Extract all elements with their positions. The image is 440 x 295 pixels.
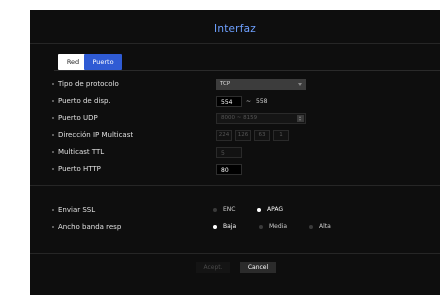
disp-port-label: Puerto de disp. xyxy=(58,97,111,105)
multicast-ip-octet-1[interactable]: 224 xyxy=(216,130,232,141)
multicast-ttl-row: Multicast TTL 5 xyxy=(30,146,440,158)
ssl-row: Enviar SSL ENC APAG xyxy=(30,204,440,216)
radio-off-icon xyxy=(309,224,313,229)
disp-port-range-end: 558 xyxy=(256,98,268,105)
bandwidth-alta-radio[interactable]: Alta xyxy=(309,222,331,232)
range-separator: ~ xyxy=(246,98,252,105)
http-port-label: Puerto HTTP xyxy=(58,165,101,173)
bullet-icon xyxy=(52,209,54,211)
bullet-icon xyxy=(52,100,54,102)
bandwidth-alta-label: Alta xyxy=(319,223,331,230)
http-port-input[interactable]: 80 xyxy=(216,164,242,175)
title-divider xyxy=(30,43,440,44)
udp-port-stepper[interactable]: 8000 ~ 8159 xyxy=(216,113,306,124)
radio-on-icon xyxy=(257,207,261,212)
disp-port-input[interactable]: 554 xyxy=(216,96,242,107)
bullet-icon xyxy=(52,83,54,85)
bandwidth-baja-label: Baja xyxy=(223,223,237,230)
bandwidth-row: Ancho banda resp Baja Media Alta xyxy=(30,221,440,233)
radio-off-icon xyxy=(213,207,217,212)
cancel-button[interactable]: Cancel xyxy=(240,262,276,273)
tab-puerto[interactable]: Puerto xyxy=(84,54,122,70)
multicast-ip-row: Dirección IP Multicast 224 126 63 1 xyxy=(30,129,440,141)
multicast-ip-octet-2[interactable]: 126 xyxy=(235,130,251,141)
bandwidth-media-label: Media xyxy=(269,223,288,230)
bullet-icon xyxy=(52,151,54,153)
bandwidth-baja-radio[interactable]: Baja xyxy=(213,222,236,232)
protocol-value: TCP xyxy=(220,81,231,87)
bullet-icon xyxy=(52,168,54,170)
tab-divider xyxy=(54,70,440,71)
ssl-apag-label: APAG xyxy=(267,206,283,213)
protocol-dropdown[interactable]: TCP xyxy=(216,79,306,90)
udp-port-label: Puerto UDP xyxy=(58,114,98,122)
protocol-row: Tipo de protocolo TCP xyxy=(30,78,440,90)
chevron-down-icon xyxy=(298,83,302,86)
disp-port-row: Puerto de disp. 554 ~ 558 xyxy=(30,95,440,107)
bullet-icon xyxy=(52,134,54,136)
radio-on-icon xyxy=(213,224,217,229)
radio-off-icon xyxy=(259,224,263,229)
dialog-title: Interfaz xyxy=(214,23,256,35)
multicast-ip-octet-3[interactable]: 63 xyxy=(254,130,270,141)
ssl-enc-radio[interactable]: ENC xyxy=(213,205,235,215)
udp-port-row: Puerto UDP 8000 ~ 8159 xyxy=(30,112,440,124)
multicast-ip-octet-4[interactable]: 1 xyxy=(273,130,289,141)
ssl-label: Enviar SSL xyxy=(58,206,96,214)
interface-dialog: Interfaz Red Puerto Tipo de protocolo TC… xyxy=(30,10,440,295)
footer-divider xyxy=(30,253,440,254)
ssl-enc-label: ENC xyxy=(223,206,236,213)
bandwidth-label: Ancho banda resp xyxy=(58,223,122,231)
http-port-row: Puerto HTTP 80 xyxy=(30,163,440,175)
accept-button[interactable]: Acept. xyxy=(196,262,230,273)
ssl-apag-radio[interactable]: APAG xyxy=(257,205,283,215)
spinner-icon[interactable] xyxy=(297,115,304,122)
bullet-icon xyxy=(52,117,54,119)
multicast-ttl-input[interactable]: 5 xyxy=(216,147,242,158)
bandwidth-media-radio[interactable]: Media xyxy=(259,222,287,232)
bullet-icon xyxy=(52,226,54,228)
section-divider xyxy=(30,185,440,186)
multicast-ttl-label: Multicast TTL xyxy=(58,148,105,156)
udp-port-value: 8000 ~ 8159 xyxy=(221,115,258,121)
multicast-ip-label: Dirección IP Multicast xyxy=(58,131,134,139)
protocol-label: Tipo de protocolo xyxy=(58,80,119,88)
